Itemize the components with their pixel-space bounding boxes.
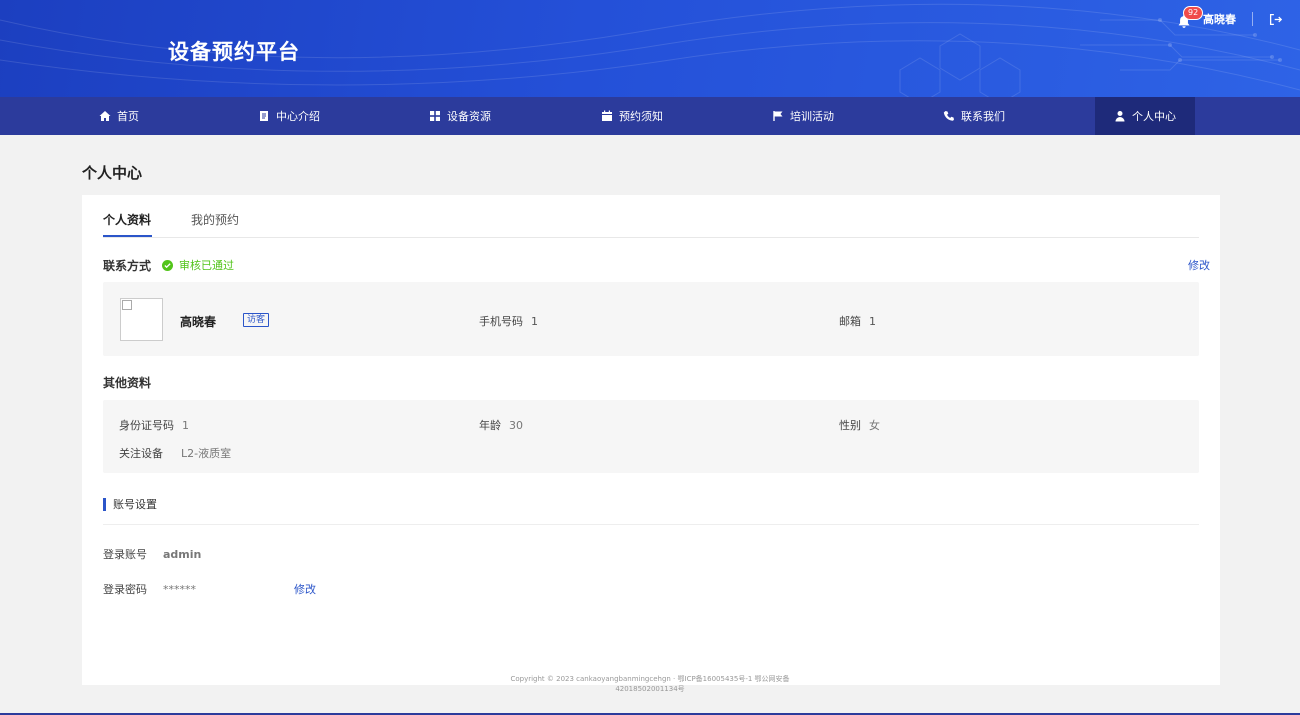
nav-item-profile[interactable]: 个人中心 [1095, 97, 1195, 135]
user-icon [1115, 111, 1125, 122]
page-title: 个人中心 [82, 164, 143, 182]
password-label: 登录密码 [103, 583, 147, 596]
user-area: 92 高晓春 [1177, 6, 1282, 30]
nav-item-training[interactable]: 培训活动 [753, 97, 853, 135]
login-value: admin [163, 548, 202, 561]
age-value: 30 [509, 419, 523, 432]
nav-item-label: 个人中心 [1132, 110, 1176, 123]
id-field: 身份证号码 1 [119, 417, 189, 433]
age-label: 年龄 [479, 419, 501, 432]
email-field: 邮箱 1 [839, 313, 876, 329]
contact-heading: 联系方式 [103, 259, 152, 273]
password-value: ****** [163, 583, 196, 596]
nav-item-contact[interactable]: 联系我们 [924, 97, 1024, 135]
phone-icon [943, 111, 954, 121]
profile-name: 高晓春 [180, 315, 217, 329]
logout-icon [1269, 13, 1282, 25]
footer: Copyright © 2023 cankaoyangbanmingcehgn … [0, 674, 1300, 694]
footer-copyright: Copyright © 2023 cankaoyangbanmingcehgn … [510, 675, 790, 683]
status-badge: 审核已通过 [162, 257, 234, 273]
followed-device-field: 关注设备 L2-液质室 [119, 445, 231, 461]
site-title: 设备预约平台 [168, 40, 300, 64]
document-icon [260, 111, 268, 121]
role-tag: 访客 [243, 313, 270, 327]
device-label: 关注设备 [119, 447, 163, 460]
other-info-heading: 其他资料 [103, 376, 152, 390]
avatar [120, 298, 163, 341]
notification-button[interactable]: 92 [1177, 6, 1204, 28]
nav-item-booking-notice[interactable]: 预约须知 [582, 97, 682, 135]
broken-image-icon [122, 300, 132, 310]
nav-item-home[interactable]: 首页 [69, 97, 169, 135]
calendar-icon [602, 110, 612, 121]
header-banner: 设备预约平台 92 高晓春 [0, 0, 1300, 97]
password-field: 登录密码 ****** [103, 581, 196, 597]
gender-value: 女 [869, 419, 880, 432]
user-name[interactable]: 高晓春 [1203, 11, 1236, 27]
home-icon [99, 111, 111, 121]
header-divider [1252, 12, 1253, 26]
id-value: 1 [182, 419, 189, 432]
nav-item-label: 培训活动 [790, 110, 834, 123]
email-label: 邮箱 [839, 315, 861, 328]
profile-tabs: 个人资料 我的预约 [103, 195, 1199, 238]
other-info-panel: 身份证号码 1 年龄 30 性别女 关注设备 L2-液质室 [103, 400, 1199, 473]
id-label: 身份证号码 [119, 419, 174, 432]
main-nav: 首页 中心介绍 设备资源 预约须知 培训活动 联系我们 个人中心 [0, 97, 1300, 135]
logout-button[interactable] [1269, 13, 1282, 26]
grid-icon [430, 111, 440, 121]
flag-icon [773, 111, 783, 121]
phone-field: 手机号码 1 [479, 313, 538, 329]
nav-item-label: 预约须知 [619, 110, 663, 123]
contact-panel: 高晓春 访客 手机号码 1 邮箱 1 [103, 282, 1199, 356]
nav-item-about[interactable]: 中心介绍 [239, 97, 339, 135]
edit-contact-link[interactable]: 修改 [1188, 257, 1210, 273]
nav-item-label: 首页 [117, 110, 139, 123]
phone-value: 1 [531, 315, 538, 328]
footer-record-number: 42018502001134号 [615, 685, 685, 693]
tab-my-bookings[interactable]: 我的预约 [191, 211, 239, 228]
nav-item-label: 中心介绍 [276, 110, 320, 123]
tab-personal-info[interactable]: 个人资料 [103, 211, 151, 228]
email-value: 1 [869, 315, 876, 328]
status-text: 审核已通过 [179, 259, 234, 272]
login-label: 登录账号 [103, 548, 147, 561]
phone-label: 手机号码 [479, 315, 523, 328]
edit-password-link[interactable]: 修改 [294, 581, 316, 597]
device-value: L2-液质室 [181, 447, 232, 460]
nav-item-devices[interactable]: 设备资源 [410, 97, 510, 135]
gender-field: 性别女 [839, 417, 880, 433]
account-settings-heading: 账号设置 [103, 498, 157, 511]
age-field: 年龄 30 [479, 417, 523, 433]
account-divider [103, 524, 1199, 525]
gender-label: 性别 [839, 419, 861, 432]
nav-item-label: 设备资源 [447, 110, 491, 123]
nav-item-label: 联系我们 [961, 110, 1005, 123]
notification-badge: 92 [1183, 6, 1204, 20]
login-account-field: 登录账号 admin [103, 546, 201, 562]
check-circle-icon [162, 259, 173, 271]
profile-card: 个人资料 我的预约 联系方式 审核已通过 修改 高晓春 访客 手机号码 1 邮箱 1… [82, 195, 1220, 685]
active-tab-indicator [103, 235, 152, 237]
